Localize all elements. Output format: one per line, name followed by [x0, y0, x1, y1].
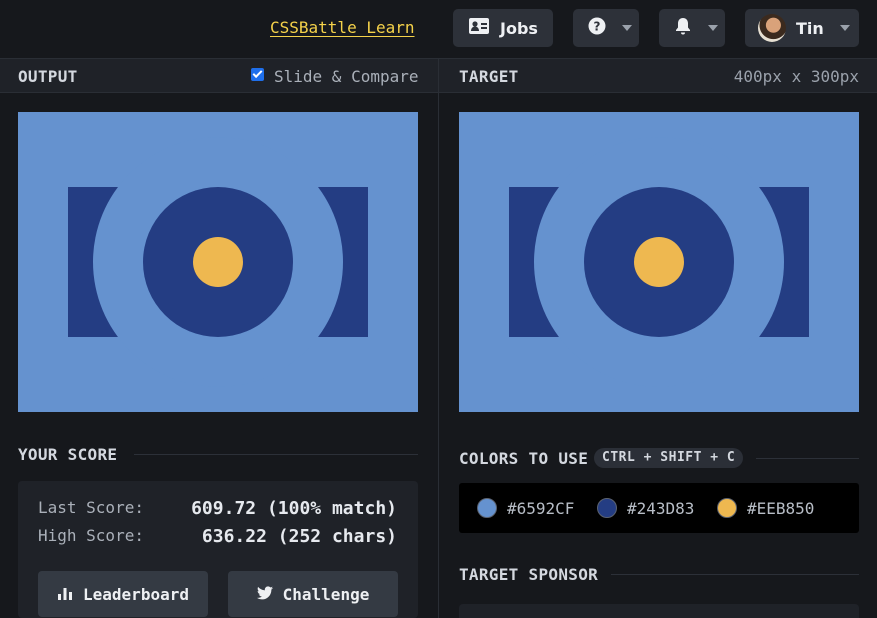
color-swatch	[717, 498, 737, 518]
bell-icon	[675, 17, 691, 39]
challenge-label: Challenge	[282, 584, 370, 604]
challenge-button[interactable]: Challenge	[228, 571, 398, 617]
color-item[interactable]: #243D83	[597, 498, 694, 518]
last-score-value: 609.72 (100% match)	[191, 498, 397, 519]
output-header: OUTPUT Slide & Compare	[0, 58, 438, 93]
color-swatch	[477, 498, 497, 518]
colors-shortcut-badge: CTRL + SHIFT + C	[594, 448, 744, 468]
leaderboard-label: Leaderboard	[83, 584, 189, 604]
high-score-value: 636.22 (252 chars)	[201, 526, 397, 547]
output-title: OUTPUT	[18, 67, 78, 86]
slide-compare-label[interactable]: Slide & Compare	[274, 67, 419, 86]
target-header: TARGET 400px x 300px	[439, 58, 877, 93]
help-menu-button[interactable]: ?	[573, 9, 639, 47]
target-canvas	[459, 112, 859, 412]
sponsor-title: TARGET SPONSOR	[459, 565, 599, 584]
chevron-down-icon	[622, 25, 632, 31]
learn-link[interactable]: CSSBattle Learn	[270, 18, 415, 37]
center-dot	[634, 237, 684, 287]
svg-text:?: ?	[594, 20, 601, 34]
colors-divider	[756, 458, 859, 459]
center-dot	[193, 237, 243, 287]
color-hex: #6592CF	[507, 498, 575, 518]
bar-chart-icon	[57, 585, 73, 604]
top-bar: CSSBattle Learn Jobs ? Tin	[0, 0, 877, 58]
color-hex: #EEB850	[747, 498, 815, 518]
last-score-label: Last Score:	[38, 498, 144, 517]
slide-compare-checkbox[interactable]	[251, 68, 264, 81]
high-score-label: High Score:	[38, 526, 144, 545]
panel-divider	[438, 58, 439, 618]
question-circle-icon: ?	[588, 17, 606, 39]
target-size-label: 400px x 300px	[733, 67, 859, 86]
color-item[interactable]: #6592CF	[477, 498, 574, 518]
jobs-button[interactable]: Jobs	[453, 9, 553, 47]
score-divider	[134, 454, 418, 455]
sponsor-divider	[611, 574, 859, 575]
color-swatch	[597, 498, 617, 518]
notifications-button[interactable]	[659, 9, 725, 47]
twitter-icon	[256, 585, 273, 604]
output-canvas[interactable]	[18, 112, 418, 412]
jobs-label: Jobs	[500, 18, 538, 38]
leaderboard-button[interactable]: Leaderboard	[38, 571, 208, 617]
score-title: YOUR SCORE	[18, 445, 118, 464]
chevron-down-icon	[708, 25, 718, 31]
colors-title: COLORS TO USE	[459, 449, 589, 468]
color-hex: #243D83	[627, 498, 695, 518]
color-palette: #6592CF #243D83 #EEB850	[459, 483, 859, 533]
score-card: Last Score: 609.72 (100% match) High Sco…	[18, 481, 418, 618]
user-name: Tin	[796, 18, 824, 38]
id-card-icon	[468, 17, 490, 39]
avatar	[758, 14, 786, 42]
color-item[interactable]: #EEB850	[717, 498, 814, 518]
sponsor-card	[459, 604, 859, 618]
user-menu-button[interactable]: Tin	[745, 9, 859, 47]
target-title: TARGET	[459, 67, 519, 86]
chevron-down-icon	[839, 25, 850, 31]
